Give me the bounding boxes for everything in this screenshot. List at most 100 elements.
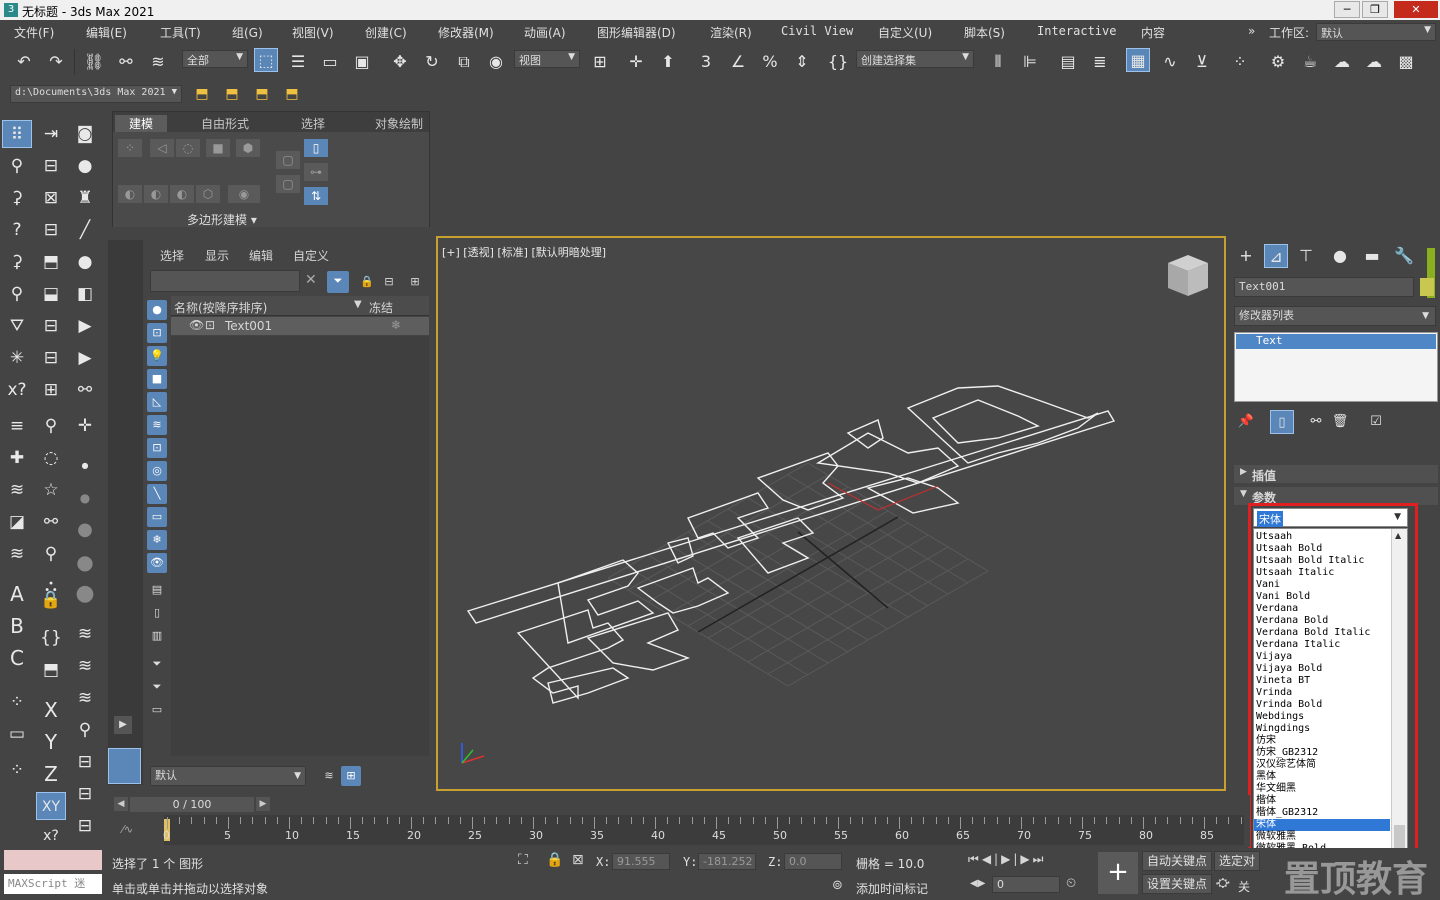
tool-icon[interactable]: ☆ <box>36 476 66 504</box>
edit-named-selection-icon[interactable]: {} <box>826 50 850 74</box>
keyboard-shortcut-override-icon[interactable]: ⬆ <box>656 50 680 74</box>
modify-tab-icon[interactable]: ⊿ <box>1264 244 1288 268</box>
configure-sets-icon[interactable]: ☑ <box>1364 410 1388 434</box>
expand-panel-icon[interactable]: ▶ <box>114 716 132 734</box>
tool-icon[interactable]: ⊟ <box>36 216 66 244</box>
viewcube-icon[interactable] <box>1168 255 1208 296</box>
set-key-button[interactable]: 设置关键点 <box>1142 874 1213 894</box>
tab-modeling[interactable]: 建模 <box>115 115 168 132</box>
tool-icon[interactable]: ✚ <box>2 444 32 472</box>
tool-icon[interactable]: ≋ <box>70 684 100 712</box>
menu-content[interactable]: 内容 <box>1141 24 1165 41</box>
time-slider[interactable]: 0 / 100 <box>130 797 254 812</box>
axis-xy-icon[interactable]: XY <box>36 792 66 820</box>
scene-menu-select[interactable]: 选择 <box>160 247 184 264</box>
tool-icon[interactable]: {} <box>36 624 66 652</box>
tool-icon[interactable]: ⚳ <box>2 248 32 276</box>
bind-spacewarp-icon[interactable]: ≋ <box>146 50 170 74</box>
selection-filter-dropdown[interactable]: 全部 ▼ <box>182 50 248 68</box>
filter-funnel-icon[interactable]: ⏷ <box>147 654 167 674</box>
menu-file[interactable]: 文件(F) <box>14 24 54 41</box>
remove-modifier-icon[interactable]: 🗑 <box>1328 410 1352 434</box>
play-icon[interactable]: ▶ <box>1001 852 1013 866</box>
pin-stack-icon[interactable]: 📌 <box>1234 410 1258 434</box>
schematic-view-icon[interactable]: ⊻ <box>1190 50 1214 74</box>
maxscript-input[interactable]: MAXScript 迷 <box>4 874 102 894</box>
project-settings-icon[interactable]: ⬒ <box>280 82 304 106</box>
menu-modifiers[interactable]: 修改器(M) <box>438 24 494 41</box>
menu-animation[interactable]: 动画(A) <box>524 24 566 41</box>
display-tab-icon[interactable]: ▬ <box>1360 244 1384 268</box>
lock-icon[interactable]: 🔒 <box>36 586 66 614</box>
toggle-ribbon-icon[interactable]: ▦ <box>1126 48 1150 72</box>
snaps-toggle-icon[interactable]: 3 <box>694 50 718 74</box>
tool-icon[interactable]: ⊟ <box>36 312 66 340</box>
menu-tools[interactable]: 工具(T) <box>160 24 201 41</box>
workspace-dropdown[interactable]: 默认 ▼ <box>1316 23 1436 41</box>
tool-icon[interactable]: ⚲ <box>36 540 66 568</box>
tool-icon[interactable]: ⊟ <box>36 344 66 372</box>
tool-icon[interactable]: ▶ <box>70 344 100 372</box>
tool-icon[interactable]: ⚳ <box>2 184 32 212</box>
named-selection-dropdown[interactable]: 创建选择集 ▼ <box>856 50 974 68</box>
tool-icon[interactable]: ⊞ <box>36 376 66 404</box>
key-filters-icon[interactable]: ⛮ <box>1216 876 1230 891</box>
isolate-selection-icon[interactable]: ⛶ <box>518 852 528 868</box>
tool-icon[interactable]: ⊟ <box>36 152 66 180</box>
scene-search-input[interactable] <box>150 270 300 292</box>
scale-icon[interactable]: ⧉ <box>452 50 476 74</box>
minimize-button[interactable]: ─ <box>1334 1 1360 18</box>
add-time-tag-button[interactable]: 添加时间标记 <box>856 880 928 897</box>
tool-icon[interactable]: ⇥ <box>36 120 66 148</box>
freeze-icon[interactable]: ❄ <box>391 318 401 332</box>
tool-icon[interactable]: ≋ <box>70 652 100 680</box>
close-button[interactable]: ✕ <box>1394 1 1438 18</box>
modifier-list-dropdown[interactable]: 修改器列表 ▼ <box>1234 306 1436 326</box>
display-invert-icon[interactable]: ▥ <box>147 626 167 646</box>
tool-icon[interactable]: ⊟ <box>70 812 100 840</box>
tool-icon[interactable]: ◪ <box>2 508 32 536</box>
tool-icon[interactable]: ⬒ <box>36 248 66 276</box>
display-bones-icon[interactable]: ╲ <box>147 484 167 504</box>
utilities-tab-icon[interactable]: 🔧 <box>1392 244 1416 268</box>
scene-menu-edit[interactable]: 编辑 <box>249 247 273 264</box>
link-icon[interactable]: ⛓ <box>82 50 106 74</box>
menu-scripting[interactable]: 脚本(S) <box>964 24 1005 41</box>
axis-y-icon[interactable]: Y <box>36 728 66 756</box>
tool-icon[interactable]: ◧ <box>70 280 100 308</box>
tool-icon[interactable]: ⁘ <box>2 756 32 784</box>
tool-icon[interactable]: ⊠ <box>36 184 66 212</box>
unlink-icon[interactable]: ⚯ <box>114 50 138 74</box>
tool-icon[interactable]: ✳ <box>2 344 32 372</box>
display-hidden-icon[interactable]: 👁 <box>147 553 167 573</box>
rollout-interpolation[interactable]: ▶ 插值 <box>1234 465 1438 483</box>
display-cameras-icon[interactable]: ■ <box>147 369 167 389</box>
layer-icon[interactable]: ⊞ <box>405 272 425 292</box>
tool-icon[interactable]: ⚲ <box>2 280 32 308</box>
ribbon-edge-icon[interactable]: ◁ <box>149 138 175 158</box>
object-name-field[interactable]: Text001 <box>1234 277 1414 297</box>
layer-explorer-icon[interactable]: ≣ <box>1088 50 1112 74</box>
axis-xy-cycle-icon[interactable]: x? <box>36 822 66 850</box>
tab-selection[interactable]: 选择 <box>301 115 325 132</box>
percent-snap-icon[interactable]: % <box>758 50 782 74</box>
set-project-icon[interactable]: ⬒ <box>250 82 274 106</box>
display-spacewarps-icon[interactable]: ≋ <box>147 415 167 435</box>
align-icon[interactable]: ⊫ <box>1018 50 1042 74</box>
lock-icon[interactable]: 🔒 <box>357 272 377 292</box>
tool-icon[interactable]: ⊟ <box>70 748 100 776</box>
tool-icon[interactable]: B <box>2 612 32 640</box>
tool-icon[interactable]: ⚯ <box>36 508 66 536</box>
track-bar[interactable]: 0 5 10 15 20 25 30 35 40 45 50 55 60 65 70 75 80 85 <box>163 815 1244 845</box>
display-geometry-icon[interactable]: ● <box>147 300 167 320</box>
z-coordinate-field[interactable]: 0.0 <box>784 853 842 870</box>
tool-icon[interactable]: ≋ <box>70 620 100 648</box>
layer-dropdown[interactable]: 默认 ▼ <box>150 766 306 786</box>
ribbon-tool-5-icon[interactable]: ◉ <box>227 184 261 204</box>
undo-icon[interactable]: ↶ <box>12 50 36 74</box>
tab-object-paint[interactable]: 对象绘制 <box>375 115 423 132</box>
stack-item-text[interactable]: Text <box>1236 334 1436 349</box>
time-tag-icon[interactable]: ⊚ <box>832 878 843 893</box>
ribbon-tool-7-icon[interactable]: ▢ <box>275 174 301 194</box>
render-in-cloud-icon[interactable]: ☁ <box>1362 50 1386 74</box>
